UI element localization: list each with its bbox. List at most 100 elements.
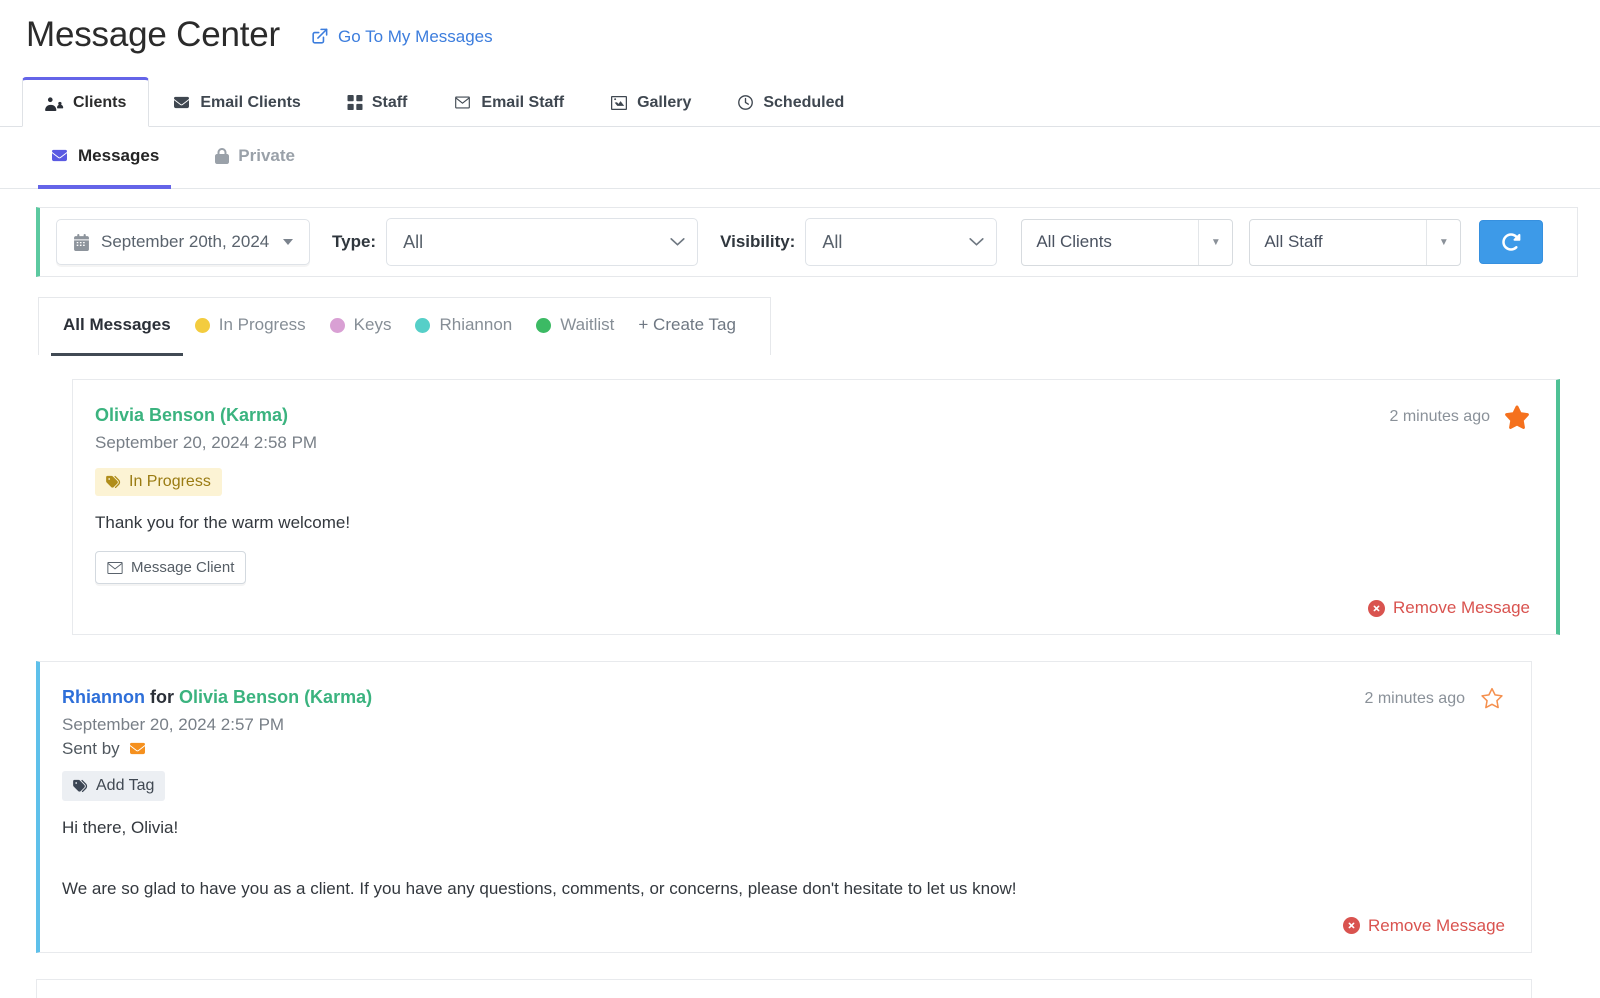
filter-bar: September 20th, 2024 Type: All Visibilit… xyxy=(36,207,1578,277)
staff-filter-value: All Staff xyxy=(1264,232,1323,251)
type-select-wrapper: All xyxy=(386,218,699,266)
message-relative-time: 2 minutes ago xyxy=(1389,408,1490,425)
message-body-line-1: Hi there, Olivia! xyxy=(62,817,179,837)
remove-message-link[interactable]: Remove Message xyxy=(1367,598,1530,618)
sub-tab-bar: Messages Private xyxy=(0,127,1600,189)
tag-color-dot xyxy=(415,317,431,333)
tab-email-clients[interactable]: Email Clients xyxy=(149,77,323,127)
message-sender-name[interactable]: Olivia Benson (Karma) xyxy=(179,687,372,707)
create-tag-button[interactable]: + Create Tag xyxy=(626,298,748,356)
tag-tab-all-messages[interactable]: All Messages xyxy=(51,298,183,356)
tag-icon xyxy=(73,779,89,793)
star-outline-icon[interactable] xyxy=(1479,686,1505,712)
showing-count-bar: Showing 2 of 2 total messages. xyxy=(36,978,1532,998)
add-tag-button[interactable]: Add Tag xyxy=(62,770,166,801)
message-body: Thank you for the warm welcome! xyxy=(95,512,351,532)
tag-tab-waitlist[interactable]: Waitlist xyxy=(524,298,626,356)
caret-down-icon: ▼ xyxy=(1426,219,1460,265)
remove-message-label: Remove Message xyxy=(1392,598,1530,618)
star-filled-icon[interactable] xyxy=(1504,404,1530,430)
sub-tab-messages-label: Messages xyxy=(78,145,160,165)
tab-email-clients-label: Email Clients xyxy=(200,93,301,111)
envelope-open-icon xyxy=(453,95,472,110)
users-icon xyxy=(45,96,64,111)
remove-message-link[interactable]: Remove Message xyxy=(1342,915,1505,936)
envelope-open-icon xyxy=(107,561,123,574)
visibility-filter-label: Visibility: xyxy=(720,232,796,251)
main-tab-bar: Clients Email Clients Staff Email Staff … xyxy=(0,76,1600,127)
tag-tab-in-progress[interactable]: In Progress xyxy=(183,298,318,356)
tab-scheduled-label: Scheduled xyxy=(763,93,845,111)
tag-tab-label: In Progress xyxy=(218,315,306,334)
tag-color-dot xyxy=(194,317,210,333)
message-tag-badge[interactable]: In Progress xyxy=(95,467,222,496)
page-header: Message Center Go To My Messages xyxy=(0,0,1600,56)
type-select[interactable]: All xyxy=(386,218,699,266)
staff-filter-dropdown[interactable]: All Staff ▼ xyxy=(1249,218,1462,266)
clients-filter-dropdown[interactable]: All Clients ▼ xyxy=(1021,218,1234,266)
tag-icon xyxy=(106,475,122,489)
image-icon xyxy=(610,95,628,111)
tag-tab-label: Waitlist xyxy=(560,315,615,334)
tab-scheduled[interactable]: Scheduled xyxy=(714,77,867,127)
circle-x-icon xyxy=(1342,917,1360,935)
sub-tab-private-label: Private xyxy=(238,145,295,165)
chevron-down-icon xyxy=(283,239,293,245)
message-sender: Rhiannon for Olivia Benson (Karma) xyxy=(62,684,1364,710)
envelope-orange-icon xyxy=(128,741,147,756)
circle-x-icon xyxy=(1367,599,1385,617)
add-tag-label: Add Tag xyxy=(96,776,155,794)
visibility-select[interactable]: All xyxy=(805,218,998,266)
grid-squares-icon xyxy=(347,95,363,110)
envelope-icon xyxy=(50,148,69,163)
tab-clients-label: Clients xyxy=(73,94,127,111)
envelope-solid-icon xyxy=(172,95,191,110)
tag-tab-label: All Messages xyxy=(63,315,171,334)
message-sender-connector: for xyxy=(150,687,175,708)
message-body-line-2: We are so glad to have you as a client. … xyxy=(62,879,1017,899)
date-picker-button[interactable]: September 20th, 2024 xyxy=(56,219,310,265)
message-timestamp: September 20, 2024 2:58 PM xyxy=(95,433,318,453)
tag-tab-label: Keys xyxy=(353,315,392,334)
tag-tab-keys[interactable]: Keys xyxy=(318,298,404,356)
remove-message-label: Remove Message xyxy=(1367,915,1505,935)
date-picker-label: September 20th, 2024 xyxy=(101,232,270,251)
calendar-icon xyxy=(73,233,90,251)
go-to-my-messages-link[interactable]: Go To My Messages xyxy=(310,27,493,47)
message-sender-name[interactable]: Olivia Benson (Karma) xyxy=(95,405,288,425)
messages-list: Olivia Benson (Karma) September 20, 2024… xyxy=(0,379,1600,998)
message-client-button[interactable]: Message Client xyxy=(95,551,247,585)
visibility-select-wrapper: All xyxy=(805,218,998,266)
message-card: Rhiannon for Olivia Benson (Karma) Septe… xyxy=(36,661,1532,953)
clock-icon xyxy=(737,94,754,111)
external-link-icon xyxy=(310,27,329,46)
sync-refresh-icon xyxy=(1501,232,1521,252)
message-sent-by-label: Sent by xyxy=(62,738,120,758)
tab-email-staff-label: Email Staff xyxy=(481,93,565,111)
message-sender-staff[interactable]: Rhiannon xyxy=(62,687,145,707)
message-relative-time: 2 minutes ago xyxy=(1364,690,1465,708)
page-title: Message Center xyxy=(26,15,280,54)
type-filter-label: Type: xyxy=(332,232,377,251)
sub-tab-private[interactable]: Private xyxy=(203,127,307,189)
message-tag-label: In Progress xyxy=(129,472,211,490)
tag-tab-label: Rhiannon xyxy=(439,315,513,334)
tab-gallery[interactable]: Gallery xyxy=(587,77,714,127)
message-sender: Olivia Benson (Karma) xyxy=(95,402,1389,428)
tag-color-dot xyxy=(329,317,345,333)
tab-staff[interactable]: Staff xyxy=(324,77,431,127)
refresh-button[interactable] xyxy=(1479,220,1544,264)
tag-tab-rhiannon[interactable]: Rhiannon xyxy=(403,298,524,356)
go-to-my-messages-label: Go To My Messages xyxy=(338,26,493,46)
message-client-label: Message Client xyxy=(131,559,235,577)
sub-tab-messages[interactable]: Messages xyxy=(38,127,172,189)
tab-gallery-label: Gallery xyxy=(637,93,692,111)
tab-clients[interactable]: Clients xyxy=(22,77,150,127)
create-tag-label: + Create Tag xyxy=(638,315,736,334)
message-sent-by: Sent by xyxy=(62,739,1364,759)
tab-email-staff[interactable]: Email Staff xyxy=(430,77,587,127)
caret-down-icon: ▼ xyxy=(1198,219,1232,265)
tab-staff-label: Staff xyxy=(371,93,408,111)
message-card: Olivia Benson (Karma) September 20, 2024… xyxy=(72,379,1560,636)
tag-tab-bar: All Messages In Progress Keys Rhiannon W… xyxy=(38,297,771,356)
